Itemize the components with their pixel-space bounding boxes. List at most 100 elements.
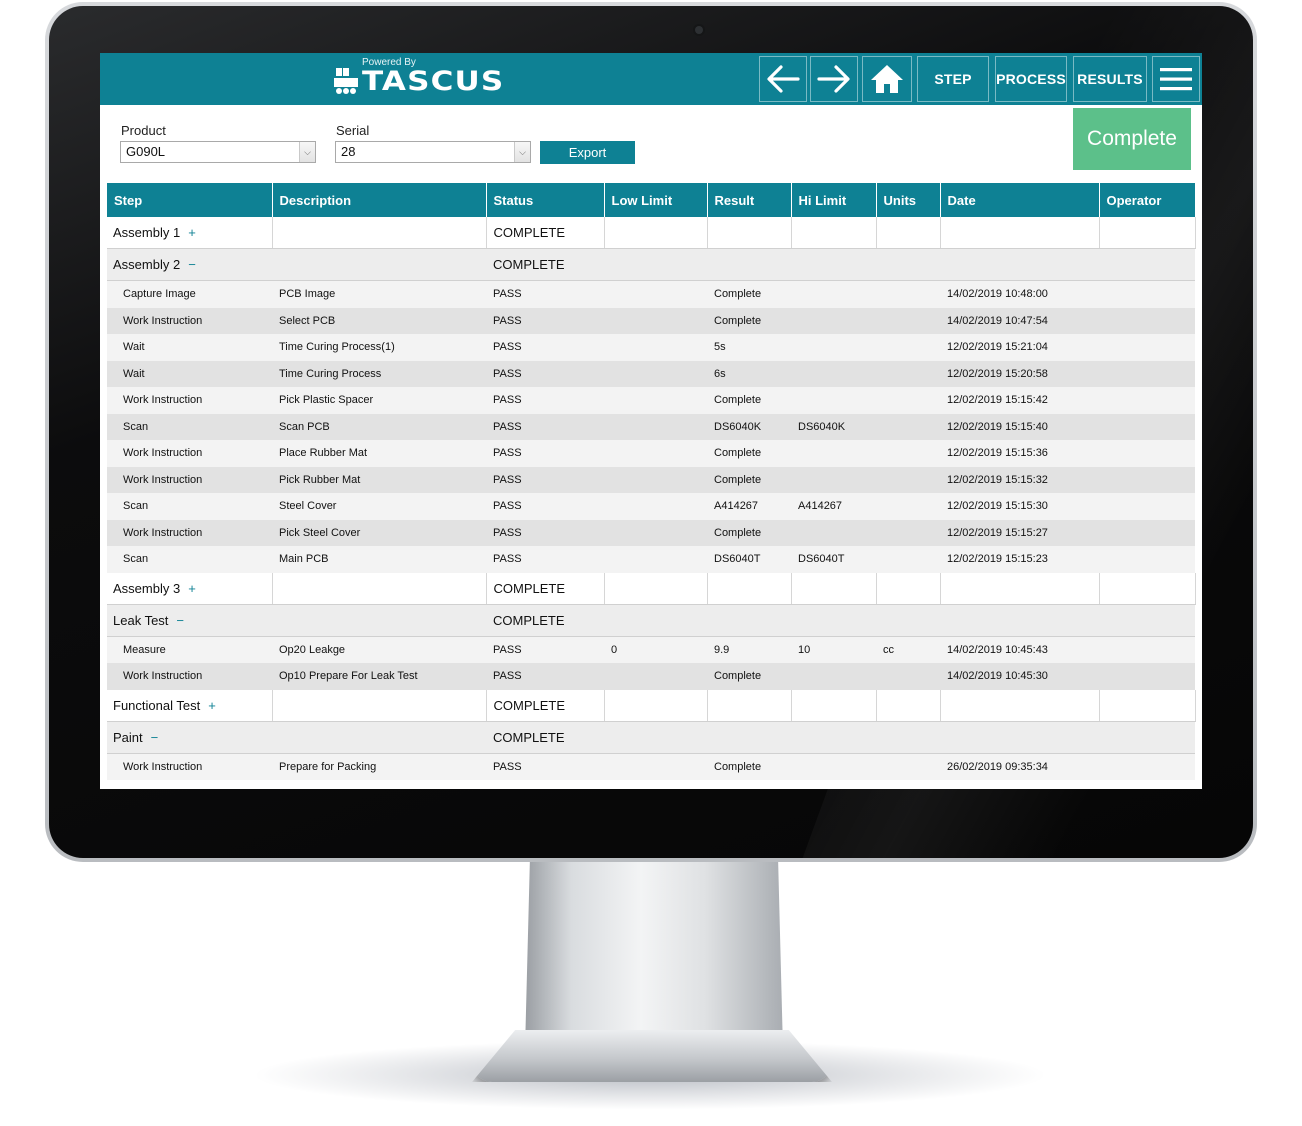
- group-row[interactable]: Functional Test + COMPLETE: [107, 689, 1196, 722]
- table-row[interactable]: Capture Image PCB Image PASS Complete 14/02/…: [107, 280, 1195, 308]
- empty-cell: [707, 248, 791, 281]
- top-bar: Powered By TASCUS STEP PROCESS RESULTS: [100, 53, 1202, 105]
- group-row[interactable]: Assembly 1 + COMPLETE: [107, 217, 1196, 249]
- results-button[interactable]: RESULTS: [1073, 56, 1147, 102]
- cell-step: Work Instruction: [107, 440, 272, 467]
- cell-hi: [791, 466, 876, 493]
- empty-cell: [707, 689, 792, 722]
- empty-cell: [272, 721, 486, 754]
- table-row[interactable]: Wait Time Curing Process(1) PASS 5s 12/02/20…: [107, 334, 1195, 361]
- group-name: Leak Test: [113, 612, 169, 628]
- menu-button[interactable]: [1152, 56, 1200, 102]
- table-row[interactable]: Work Instruction Select PCB PASS Complete 14…: [107, 307, 1195, 334]
- group-row[interactable]: Leak Test − COMPLETE: [107, 604, 1195, 637]
- expand-icon[interactable]: +: [188, 581, 196, 596]
- table-row[interactable]: Work Instruction Pick Rubber Mat PASS Compl…: [107, 466, 1195, 493]
- chevron-down-icon[interactable]: ⌵: [299, 142, 315, 162]
- table-row[interactable]: Work Instruction Pick Plastic Spacer PASS C…: [107, 387, 1195, 414]
- expand-icon[interactable]: +: [188, 225, 196, 240]
- cell-result: Complete: [707, 307, 791, 334]
- complete-status-button[interactable]: Complete: [1073, 108, 1191, 170]
- cell-status: PASS: [486, 636, 604, 663]
- serial-select[interactable]: 28 ⌵: [335, 141, 531, 163]
- expand-icon[interactable]: +: [208, 698, 216, 713]
- cell-result: Complete: [707, 519, 791, 546]
- cell-result: DS6040K: [707, 413, 791, 440]
- export-button[interactable]: Export: [540, 141, 635, 164]
- cell-result: Complete: [707, 280, 791, 308]
- collapse-icon[interactable]: −: [188, 257, 196, 272]
- empty-cell: [272, 604, 486, 637]
- table-row[interactable]: Measure Op20 Leakge PASS 0 9.9 10 cc 14/02/2019…: [107, 636, 1195, 663]
- group-status: COMPLETE: [486, 721, 604, 754]
- cell-result: Complete: [707, 387, 791, 414]
- group-row[interactable]: Paint − COMPLETE: [107, 721, 1195, 754]
- empty-cell: [876, 604, 940, 637]
- product-select[interactable]: G090L ⌵: [120, 141, 316, 163]
- column-header-low-limit[interactable]: Low Limit: [604, 183, 708, 217]
- chevron-down-icon[interactable]: ⌵: [514, 142, 530, 162]
- empty-cell: [707, 572, 792, 605]
- home-button[interactable]: [862, 56, 912, 102]
- group-name-cell: Assembly 2−: [107, 248, 272, 281]
- cell-status: PASS: [486, 360, 604, 387]
- table-row[interactable]: Scan Steel Cover PASS A414267 A414267 12/02/2…: [107, 493, 1195, 520]
- table-row[interactable]: Scan Main PCB PASS DS6040T DS6040T 12/02/2019…: [107, 546, 1195, 573]
- cell-units: [876, 440, 940, 467]
- collapse-icon[interactable]: −: [176, 613, 184, 628]
- cell-units: [876, 663, 940, 690]
- empty-cell: [1099, 689, 1196, 722]
- empty-cell: [272, 572, 487, 605]
- cell-description: Op10 Prepare For Leak Test: [272, 663, 486, 690]
- group-row[interactable]: Assembly 3 + COMPLETE: [107, 572, 1196, 605]
- cell-result: Complete: [707, 466, 791, 493]
- table-row[interactable]: Work Instruction Place Rubber Mat PASS Comp…: [107, 440, 1195, 467]
- table-row[interactable]: Wait Time Curing Process PASS 6s 12/02/2019 …: [107, 360, 1195, 387]
- column-header-units[interactable]: Units: [876, 183, 941, 217]
- arrow-left-icon: [767, 65, 800, 93]
- cell-operator: [1099, 466, 1195, 493]
- cell-date: 12/02/2019 15:15:32: [940, 466, 1099, 493]
- serial-label: Serial: [336, 123, 370, 138]
- cell-date: 12/02/2019 15:15:40: [940, 413, 1099, 440]
- group-row[interactable]: Assembly 2− COMPLETE: [107, 248, 1195, 281]
- group-status: COMPLETE: [486, 217, 605, 249]
- empty-cell: [272, 248, 486, 281]
- cell-low: [604, 493, 707, 520]
- step-button[interactable]: STEP: [917, 56, 989, 102]
- cell-units: [876, 493, 940, 520]
- column-header-step[interactable]: Step: [107, 183, 273, 217]
- cell-hi: [791, 360, 876, 387]
- column-header-hi-limit[interactable]: Hi Limit: [791, 183, 877, 217]
- empty-cell: [272, 689, 487, 722]
- table-row[interactable]: Scan Scan PCB PASS DS6040K DS6040K 12/02/2019…: [107, 413, 1195, 440]
- serial-value: 28: [341, 144, 356, 159]
- table-row[interactable]: Work Instruction Pick Steel Cover PASS Comp…: [107, 519, 1195, 546]
- empty-cell: [604, 572, 708, 605]
- back-button[interactable]: [759, 56, 807, 102]
- app-screen: Powered By TASCUS STEP PROCESS RESULTS P…: [100, 53, 1202, 789]
- column-header-description[interactable]: Description: [272, 183, 487, 217]
- table-row[interactable]: Work Instruction Op10 Prepare For Leak Te…: [107, 663, 1195, 690]
- collapse-icon[interactable]: −: [151, 730, 159, 745]
- column-header-status[interactable]: Status: [486, 183, 605, 217]
- cell-status: PASS: [486, 466, 604, 493]
- table-row[interactable]: Work Instruction Prepare for Packing PASS C…: [107, 753, 1195, 780]
- column-header-result[interactable]: Result: [707, 183, 792, 217]
- cell-units: [876, 546, 940, 573]
- cell-low: [604, 546, 707, 573]
- cell-description: Op20 Leakge: [272, 636, 486, 663]
- empty-cell: [707, 721, 791, 754]
- cell-status: PASS: [486, 413, 604, 440]
- cell-result: 5s: [707, 334, 791, 361]
- empty-cell: [791, 721, 876, 754]
- empty-cell: [876, 689, 941, 722]
- empty-cell: [791, 248, 876, 281]
- process-button[interactable]: PROCESS: [995, 56, 1067, 102]
- empty-cell: [707, 604, 791, 637]
- forward-button[interactable]: [810, 56, 858, 102]
- column-header-date[interactable]: Date: [940, 183, 1100, 217]
- column-header-operator[interactable]: Operator: [1099, 183, 1195, 217]
- empty-cell: [791, 217, 877, 249]
- group-status: COMPLETE: [486, 572, 605, 605]
